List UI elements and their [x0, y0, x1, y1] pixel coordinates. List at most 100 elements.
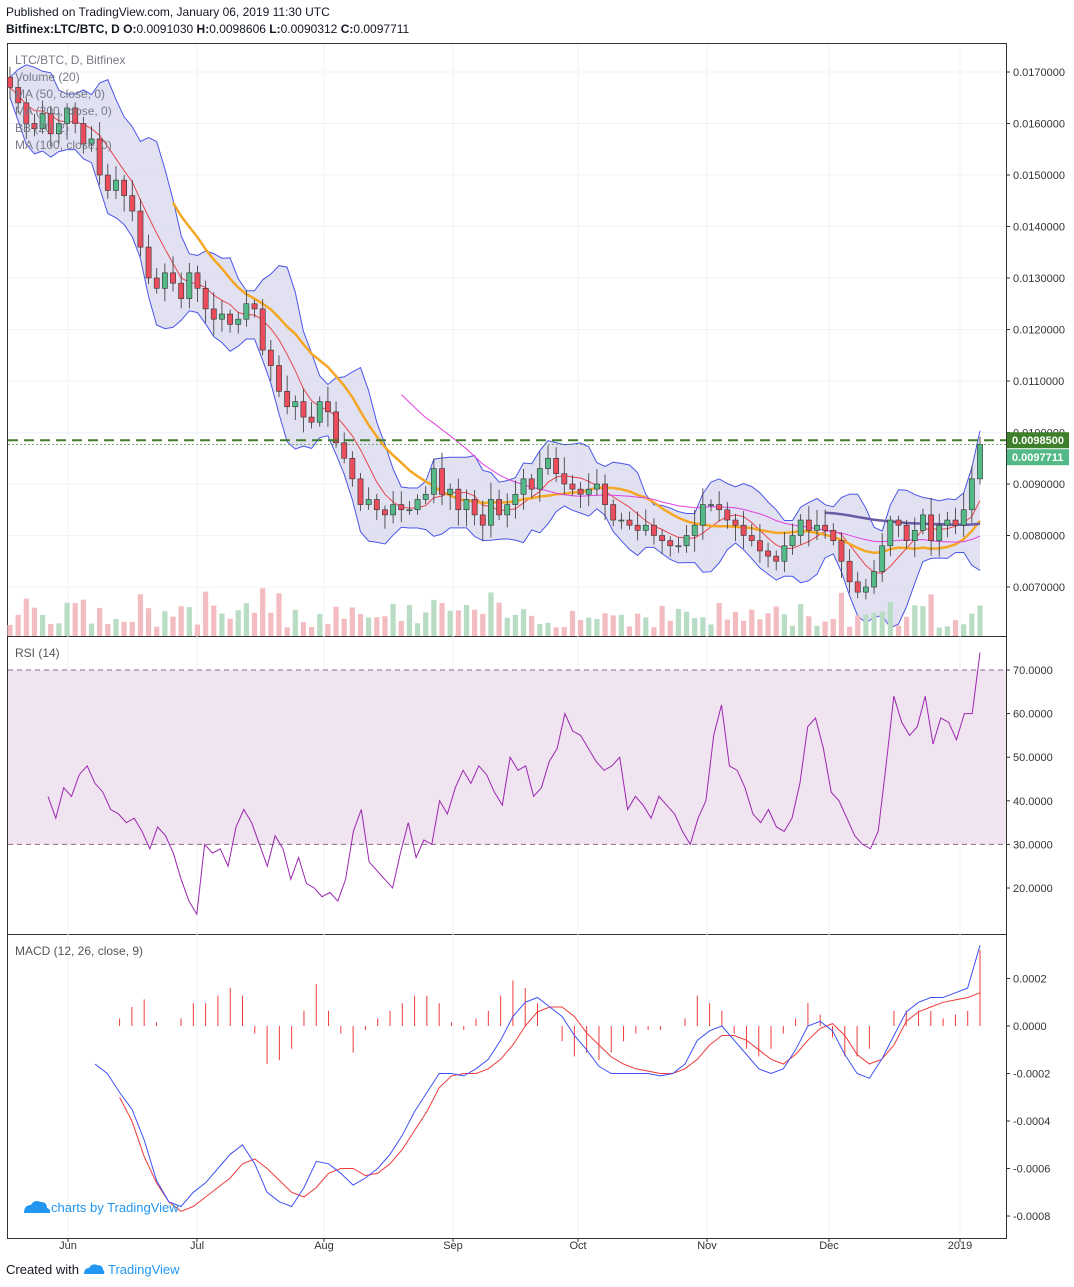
- candle-body: [520, 478, 527, 495]
- volume-bar: [251, 612, 258, 636]
- candle-body: [276, 365, 282, 392]
- volume-bar: [952, 620, 959, 636]
- price-tick-label: 0.0080000: [1013, 531, 1065, 543]
- candle-body: [121, 179, 128, 196]
- volume-bar: [961, 624, 967, 636]
- candle-body: [341, 442, 348, 459]
- tradingview-brand: TradingView: [108, 1262, 180, 1277]
- legend-ma50: MA (50, close, 0): [15, 87, 105, 101]
- candle-body: [333, 411, 339, 444]
- candle-body: [732, 519, 739, 526]
- legend-symbol: LTC/BTC, D, Bitfinex: [15, 53, 125, 67]
- candle-body: [365, 499, 372, 505]
- candle-body: [977, 443, 983, 480]
- volume-bar: [716, 602, 722, 636]
- rsi-tick-label: 20.0000: [1013, 883, 1053, 895]
- candle-body: [210, 308, 217, 320]
- volume-bar: [643, 617, 649, 636]
- chart-canvas[interactable]: 0.0170000 0.0160000 0.0150000 0.0140000 0.01…: [0, 0, 1074, 1287]
- volume-bar: [276, 593, 282, 636]
- volume-bar: [798, 604, 804, 636]
- volume-bar: [64, 602, 70, 636]
- candle-body: [463, 499, 470, 511]
- macd-pane-title: MACD (12, 26, close, 9): [15, 944, 143, 958]
- candle-body: [854, 581, 861, 593]
- volume-bar: [969, 613, 975, 636]
- candle-body: [194, 272, 201, 289]
- candle-body: [414, 499, 421, 511]
- volume-bar: [757, 619, 763, 636]
- candle-body: [104, 174, 111, 191]
- volume-bar: [781, 614, 787, 636]
- signal-line: [119, 992, 981, 1212]
- macd-tick-label: -0.0002: [1013, 1069, 1050, 1081]
- candle-body: [699, 504, 706, 526]
- volume-bar: [398, 621, 404, 636]
- price-flags: 0.0098500 0.0097711: [1007, 432, 1069, 466]
- candle-body: [944, 519, 951, 526]
- candle-body: [390, 504, 397, 516]
- volume-bar: [203, 591, 209, 636]
- volume-bar: [137, 594, 144, 636]
- candle-body: [862, 586, 869, 593]
- volume-bar: [920, 606, 926, 636]
- candle-body: [316, 401, 323, 423]
- volume-bar: [382, 616, 388, 636]
- candle-body: [618, 519, 625, 522]
- candle-body: [504, 504, 511, 516]
- candle-body: [569, 483, 576, 490]
- candle-body: [593, 483, 600, 490]
- candle-body: [683, 535, 690, 547]
- volume-bar: [162, 611, 168, 636]
- candle-body: [960, 509, 967, 526]
- volume-bar: [374, 617, 380, 636]
- price-tick-label: 0.0130000: [1013, 273, 1065, 285]
- candle-body: [667, 540, 674, 547]
- volume-bar: [887, 602, 893, 636]
- candle-body: [471, 499, 478, 516]
- candle-body: [545, 457, 551, 469]
- volume-bar: [15, 614, 21, 636]
- volume-bar: [977, 605, 983, 636]
- volume-bar: [105, 624, 111, 636]
- watermark-text: charts by TradingView: [51, 1200, 179, 1215]
- y-axis-ticks: 0.0170000 0.0160000 0.0150000 0.0140000 0.01…: [1006, 67, 1065, 1223]
- volume-bar: [219, 613, 225, 636]
- candle-body: [814, 524, 820, 531]
- volume-bar: [602, 613, 608, 636]
- candle-body: [113, 179, 119, 191]
- macd-tick-label: 0.0002: [1013, 974, 1047, 986]
- candle-body: [153, 277, 160, 289]
- volume-bar: [341, 618, 347, 636]
- volume-bar: [700, 617, 706, 636]
- volume-bar: [325, 624, 331, 636]
- candle-body: [422, 493, 429, 500]
- candle-body: [406, 509, 413, 512]
- volume-bar: [871, 612, 877, 636]
- volume-bar: [895, 625, 902, 636]
- volume-bar: [651, 627, 657, 636]
- candle-body: [773, 555, 780, 562]
- volume-bar: [317, 614, 323, 636]
- volume-bar: [936, 627, 942, 636]
- created-with-label: Created with: [6, 1262, 79, 1277]
- macd-tick-label: -0.0004: [1013, 1116, 1050, 1128]
- volume-bar: [675, 608, 682, 636]
- price-tick-label: 0.0160000: [1013, 119, 1065, 131]
- volume-bar: [561, 627, 567, 636]
- volume-bar: [846, 626, 853, 636]
- volume-bar: [659, 605, 665, 636]
- price-tick-label: 0.0090000: [1013, 479, 1065, 491]
- candle-body: [920, 514, 926, 531]
- rsi-tick-label: 40.0000: [1013, 796, 1053, 808]
- candle-body: [610, 504, 617, 521]
- volume-bar: [879, 611, 885, 636]
- candle-body: [871, 571, 877, 588]
- volume-bar: [749, 609, 755, 636]
- time-tick-label: Dec: [819, 1240, 839, 1252]
- time-tick-label: Oct: [569, 1240, 586, 1252]
- candle-body: [602, 483, 608, 505]
- candle-body: [887, 519, 894, 547]
- legend-volume: Volume (20): [15, 70, 80, 84]
- candle-body: [789, 535, 796, 547]
